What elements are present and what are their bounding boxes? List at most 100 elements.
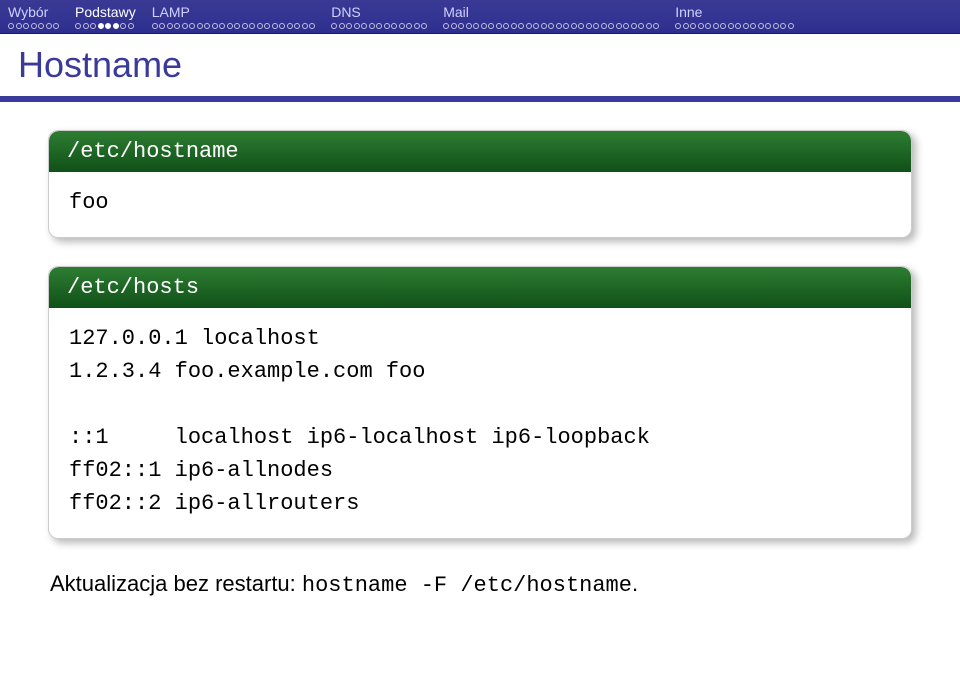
progress-dot[interactable] [473, 23, 479, 29]
progress-dot[interactable] [414, 23, 420, 29]
progress-dot[interactable] [593, 23, 599, 29]
progress-dot[interactable] [227, 23, 233, 29]
progress-dot[interactable] [249, 23, 255, 29]
progress-dot[interactable] [167, 23, 173, 29]
progress-dot[interactable] [466, 23, 472, 29]
progress-dot[interactable] [90, 23, 96, 29]
progress-dot[interactable] [294, 23, 300, 29]
progress-dot[interactable] [376, 23, 382, 29]
progress-dot[interactable] [750, 23, 756, 29]
progress-dot[interactable] [105, 23, 111, 29]
progress-dot[interactable] [219, 23, 225, 29]
progress-dot[interactable] [518, 23, 524, 29]
progress-dot[interactable] [698, 23, 704, 29]
progress-dot[interactable] [361, 23, 367, 29]
progress-dot[interactable] [98, 23, 104, 29]
progress-dot[interactable] [638, 23, 644, 29]
progress-dot[interactable] [384, 23, 390, 29]
progress-dot[interactable] [690, 23, 696, 29]
progress-dot[interactable] [53, 23, 59, 29]
nav-section-lamp[interactable]: LAMP [144, 4, 324, 29]
progress-dot[interactable] [406, 23, 412, 29]
progress-dot[interactable] [443, 23, 449, 29]
progress-dot[interactable] [608, 23, 614, 29]
progress-dot[interactable] [788, 23, 794, 29]
progress-dot[interactable] [735, 23, 741, 29]
nav-label[interactable]: Inne [675, 4, 794, 20]
progress-dot[interactable] [339, 23, 345, 29]
progress-dot[interactable] [264, 23, 270, 29]
progress-dot[interactable] [257, 23, 263, 29]
progress-dot[interactable] [31, 23, 37, 29]
progress-dot[interactable] [773, 23, 779, 29]
progress-dot[interactable] [391, 23, 397, 29]
progress-dot[interactable] [369, 23, 375, 29]
progress-dot[interactable] [705, 23, 711, 29]
progress-dot[interactable] [46, 23, 52, 29]
progress-dot[interactable] [548, 23, 554, 29]
progress-dot[interactable] [331, 23, 337, 29]
progress-dot[interactable] [616, 23, 622, 29]
progress-dot[interactable] [399, 23, 405, 29]
progress-dot[interactable] [197, 23, 203, 29]
nav-section-inne[interactable]: Inne [667, 4, 802, 29]
progress-dot[interactable] [713, 23, 719, 29]
progress-dot[interactable] [488, 23, 494, 29]
nav-section-dns[interactable]: DNS [323, 4, 435, 29]
progress-dot[interactable] [451, 23, 457, 29]
progress-dot[interactable] [174, 23, 180, 29]
nav-label[interactable]: LAMP [152, 4, 316, 20]
progress-dot[interactable] [526, 23, 532, 29]
progress-dot[interactable] [204, 23, 210, 29]
progress-dot[interactable] [189, 23, 195, 29]
nav-section-wybór[interactable]: Wybór [0, 4, 67, 29]
progress-dot[interactable] [302, 23, 308, 29]
progress-dot[interactable] [120, 23, 126, 29]
progress-dot[interactable] [511, 23, 517, 29]
progress-dot[interactable] [533, 23, 539, 29]
progress-dot[interactable] [683, 23, 689, 29]
progress-dot[interactable] [279, 23, 285, 29]
progress-dot[interactable] [128, 23, 134, 29]
nav-label[interactable]: Mail [443, 4, 659, 20]
progress-dot[interactable] [152, 23, 158, 29]
progress-dot[interactable] [623, 23, 629, 29]
progress-dot[interactable] [234, 23, 240, 29]
nav-section-podstawy[interactable]: Podstawy [67, 4, 144, 29]
progress-dot[interactable] [743, 23, 749, 29]
progress-dot[interactable] [38, 23, 44, 29]
progress-dot[interactable] [421, 23, 427, 29]
progress-dot[interactable] [309, 23, 315, 29]
nav-label[interactable]: Wybór [8, 4, 59, 20]
progress-dot[interactable] [631, 23, 637, 29]
progress-dot[interactable] [287, 23, 293, 29]
progress-dot[interactable] [481, 23, 487, 29]
progress-dot[interactable] [653, 23, 659, 29]
progress-dot[interactable] [496, 23, 502, 29]
progress-dot[interactable] [578, 23, 584, 29]
progress-dot[interactable] [720, 23, 726, 29]
progress-dot[interactable] [675, 23, 681, 29]
progress-dot[interactable] [601, 23, 607, 29]
progress-dot[interactable] [765, 23, 771, 29]
progress-dot[interactable] [83, 23, 89, 29]
progress-dot[interactable] [503, 23, 509, 29]
progress-dot[interactable] [8, 23, 14, 29]
progress-dot[interactable] [571, 23, 577, 29]
progress-dot[interactable] [758, 23, 764, 29]
progress-dot[interactable] [354, 23, 360, 29]
progress-dot[interactable] [563, 23, 569, 29]
progress-dot[interactable] [113, 23, 119, 29]
progress-dot[interactable] [212, 23, 218, 29]
progress-dot[interactable] [75, 23, 81, 29]
progress-dot[interactable] [346, 23, 352, 29]
progress-dot[interactable] [780, 23, 786, 29]
nav-label[interactable]: Podstawy [75, 4, 136, 20]
progress-dot[interactable] [272, 23, 278, 29]
progress-dot[interactable] [242, 23, 248, 29]
progress-dot[interactable] [23, 23, 29, 29]
progress-dot[interactable] [182, 23, 188, 29]
progress-dot[interactable] [159, 23, 165, 29]
progress-dot[interactable] [728, 23, 734, 29]
progress-dot[interactable] [458, 23, 464, 29]
